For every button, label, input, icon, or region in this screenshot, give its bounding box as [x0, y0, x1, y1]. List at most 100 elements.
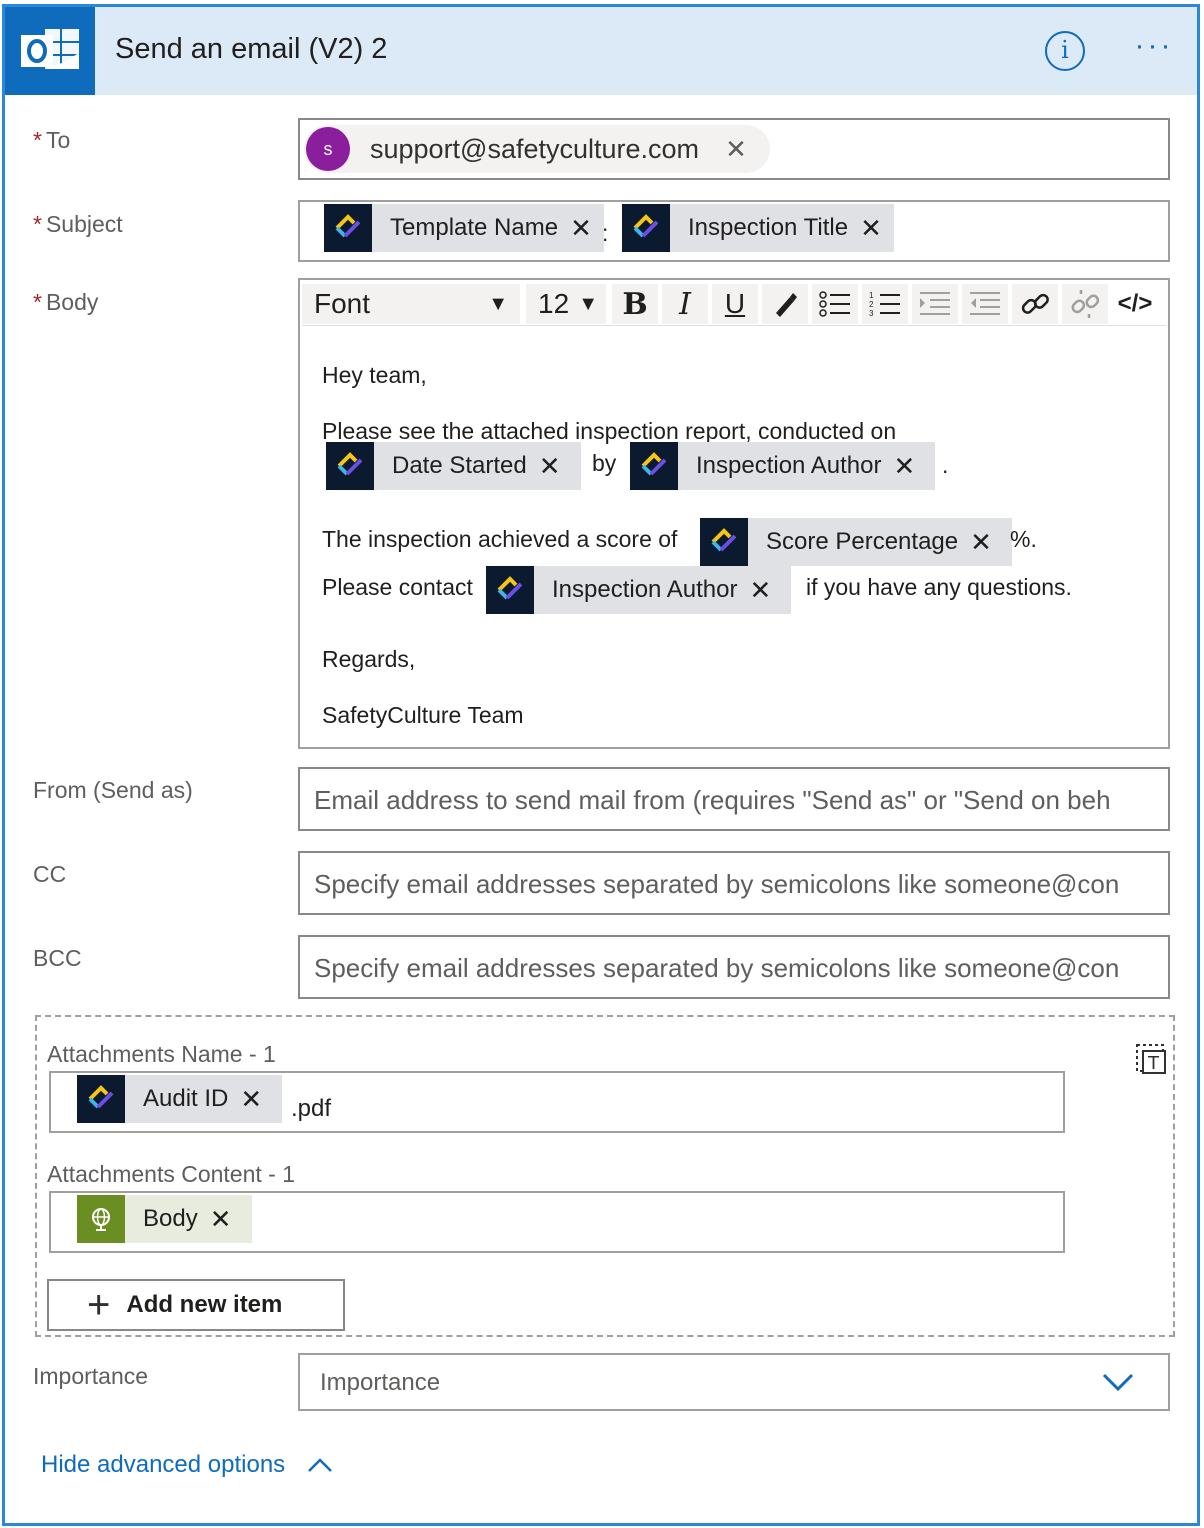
- chevron-down-icon[interactable]: [1100, 1369, 1136, 1400]
- underline-button[interactable]: U: [712, 284, 758, 324]
- to-label: * To: [33, 127, 71, 153]
- token-template-name[interactable]: Template Name ✕: [324, 204, 604, 252]
- chevron-down-icon: ▼: [488, 292, 508, 315]
- attachments-name-input[interactable]: Audit ID ✕ .pdf: [49, 1071, 1065, 1133]
- from-placeholder: Email address to send mail from (require…: [314, 785, 1111, 815]
- add-new-item-button[interactable]: + Add new item: [47, 1279, 345, 1331]
- from-input[interactable]: Email address to send mail from (require…: [298, 767, 1170, 831]
- chevron-down-icon: ▼: [578, 292, 598, 315]
- token-inspection-author[interactable]: Inspection Author ✕: [630, 442, 936, 490]
- remove-token-icon[interactable]: ✕: [970, 529, 1012, 555]
- attachments-name-suffix: .pdf: [291, 1095, 332, 1122]
- token-label: Template Name: [390, 214, 559, 241]
- remove-link-button[interactable]: [1062, 284, 1108, 324]
- attachments-name-label: Attachments Name - 1: [47, 1041, 276, 1067]
- rich-text-toolbar: Font ▼ 12 ▼ B I U 123 </>: [302, 282, 1166, 326]
- bullet-list-icon: [819, 291, 850, 317]
- link-icon: [1021, 293, 1049, 314]
- body-period: .: [942, 452, 949, 478]
- token-score-percentage[interactable]: Score Percentage ✕: [700, 518, 1012, 566]
- body-paragraph: Please see the attached inspection repor…: [322, 418, 897, 444]
- card-header[interactable]: Send an email (V2) 2 i ···: [5, 7, 1197, 95]
- avatar: s: [306, 127, 350, 171]
- cc-label: CC: [33, 861, 67, 887]
- attachments-content-input[interactable]: Body ✕: [49, 1191, 1065, 1253]
- outlook-icon: [5, 7, 95, 95]
- safetyculture-icon: [324, 204, 372, 252]
- numbered-list-button[interactable]: 123: [862, 284, 908, 324]
- svg-text:3: 3: [869, 309, 874, 318]
- bullet-list-button[interactable]: [812, 284, 858, 324]
- switch-to-text-mode-icon[interactable]: T: [1133, 1041, 1169, 1082]
- add-new-item-label: Add new item: [126, 1291, 283, 1318]
- remove-token-icon[interactable]: ✕: [570, 215, 604, 241]
- subject-label: * Subject: [33, 211, 123, 237]
- required-marker: *: [33, 289, 42, 315]
- info-icon[interactable]: i: [1045, 31, 1085, 71]
- italic-button[interactable]: I: [662, 284, 708, 324]
- card-title[interactable]: Send an email (V2) 2: [115, 33, 387, 66]
- remove-token-icon[interactable]: ✕: [210, 1206, 252, 1232]
- recipient-email: support@safetyculture.com: [370, 133, 700, 164]
- font-dropdown[interactable]: Font ▼: [302, 284, 520, 324]
- unlink-icon: [1071, 290, 1100, 318]
- safetyculture-icon: [486, 566, 534, 614]
- remove-token-icon[interactable]: ✕: [749, 577, 791, 603]
- required-marker: *: [33, 211, 42, 237]
- svg-text:2: 2: [869, 300, 874, 309]
- subject-separator: :: [602, 220, 609, 246]
- recipient-persona[interactable]: s support@safetyculture.com ✕: [304, 125, 770, 173]
- increase-indent-button[interactable]: [912, 284, 958, 324]
- body-greeting: Hey team,: [322, 362, 427, 388]
- remove-token-icon[interactable]: ✕: [860, 215, 894, 241]
- token-label: Score Percentage: [766, 528, 959, 555]
- code-view-button[interactable]: </>: [1112, 284, 1158, 324]
- remove-token-icon[interactable]: ✕: [893, 453, 935, 479]
- token-audit-id[interactable]: Audit ID ✕: [77, 1075, 283, 1123]
- font-color-button[interactable]: [762, 284, 808, 324]
- more-options-icon[interactable]: ···: [1131, 31, 1177, 71]
- subject-field[interactable]: Template Name ✕ : Inspection Title ✕: [298, 200, 1170, 262]
- to-field[interactable]: s support@safetyculture.com ✕: [298, 118, 1170, 180]
- bcc-placeholder: Specify email addresses separated by sem…: [314, 953, 1120, 983]
- token-label: Date Started: [392, 452, 527, 479]
- remove-token-icon[interactable]: ✕: [539, 453, 581, 479]
- action-card: Send an email (V2) 2 i ··· * To s support…: [2, 4, 1200, 1526]
- pen-icon: [776, 293, 797, 317]
- body-contact-text: Please contact: [322, 574, 473, 600]
- chevron-up-icon: [307, 1457, 332, 1472]
- token-label: Body: [143, 1205, 198, 1232]
- body-by: by: [592, 450, 617, 476]
- outdent-icon: [970, 292, 1000, 315]
- required-marker: *: [33, 127, 42, 153]
- attachments-content-label: Attachments Content - 1: [47, 1161, 296, 1187]
- cc-placeholder: Specify email addresses separated by sem…: [314, 869, 1120, 899]
- importance-label: Importance: [33, 1363, 149, 1389]
- remove-token-icon[interactable]: ✕: [240, 1086, 282, 1112]
- bold-button[interactable]: B: [612, 284, 658, 324]
- token-label: Audit ID: [143, 1085, 229, 1112]
- bcc-input[interactable]: Specify email addresses separated by sem…: [298, 935, 1170, 999]
- safetyculture-icon: [700, 518, 748, 566]
- numbered-list-icon: 123: [869, 291, 900, 318]
- font-size-label: 12: [538, 288, 570, 319]
- body-percent: %.: [1010, 526, 1037, 552]
- hide-advanced-options-link[interactable]: Hide advanced options: [41, 1451, 334, 1479]
- indent-icon: [920, 292, 950, 315]
- token-date-started[interactable]: Date Started ✕: [326, 442, 581, 490]
- cc-input[interactable]: Specify email addresses separated by sem…: [298, 851, 1170, 915]
- font-size-dropdown[interactable]: 12 ▼: [526, 284, 606, 324]
- importance-dropdown[interactable]: Importance: [298, 1353, 1170, 1411]
- attachments-section: Attachments Name - 1 T Audit ID ✕ .pdf A…: [35, 1015, 1175, 1337]
- token-inspection-title[interactable]: Inspection Title ✕: [622, 204, 894, 252]
- token-label: Inspection Title: [688, 214, 849, 241]
- remove-recipient-icon[interactable]: ✕: [725, 134, 747, 165]
- token-inspection-author[interactable]: Inspection Author ✕: [486, 566, 792, 614]
- insert-link-button[interactable]: [1012, 284, 1058, 324]
- safetyculture-icon: [630, 442, 678, 490]
- token-body[interactable]: Body ✕: [77, 1195, 252, 1243]
- decrease-indent-button[interactable]: [962, 284, 1008, 324]
- body-signature: SafetyCulture Team: [322, 702, 524, 728]
- font-label: Font: [314, 288, 371, 319]
- body-editor[interactable]: Font ▼ 12 ▼ B I U 123 </> Hey team, Plea…: [298, 278, 1170, 749]
